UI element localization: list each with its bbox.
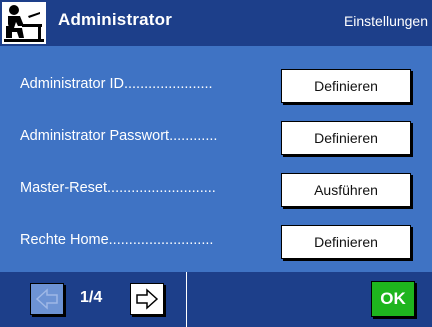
- footer-divider: [186, 272, 187, 327]
- page-indicator: 1/4: [80, 289, 103, 306]
- administrator-icon: [2, 2, 46, 44]
- define-admin-password-button[interactable]: Definieren: [281, 121, 411, 155]
- context-label: Einstellungen: [343, 13, 428, 29]
- row-label: Rechte Home..........................: [20, 232, 214, 248]
- arrow-right-icon: [136, 288, 159, 310]
- page-title: Administrator: [58, 10, 173, 29]
- screen: Administrator Einstellungen Administrato…: [0, 0, 432, 327]
- define-admin-id-button[interactable]: Definieren: [281, 69, 411, 103]
- previous-page-button[interactable]: [30, 283, 64, 315]
- arrow-left-icon: [35, 288, 58, 310]
- menu-row-rights-home: Rechte Home.......................... De…: [0, 216, 432, 268]
- ok-button[interactable]: OK: [371, 281, 415, 317]
- footer-bar: 1/4 OK: [0, 272, 432, 327]
- row-label: Administrator Passwort............: [20, 128, 218, 144]
- next-page-button[interactable]: [130, 283, 164, 315]
- execute-master-reset-button[interactable]: Ausführen: [281, 173, 411, 207]
- header-bar: Administrator Einstellungen: [0, 0, 432, 46]
- row-label: Administrator ID......................: [20, 76, 213, 92]
- menu-row-administrator-id: Administrator ID...................... D…: [0, 60, 432, 112]
- define-rights-home-button[interactable]: Definieren: [281, 225, 411, 259]
- menu-row-administrator-password: Administrator Passwort............ Defin…: [0, 112, 432, 164]
- row-label: Master-Reset...........................: [20, 180, 216, 196]
- menu-row-master-reset: Master-Reset........................... …: [0, 164, 432, 216]
